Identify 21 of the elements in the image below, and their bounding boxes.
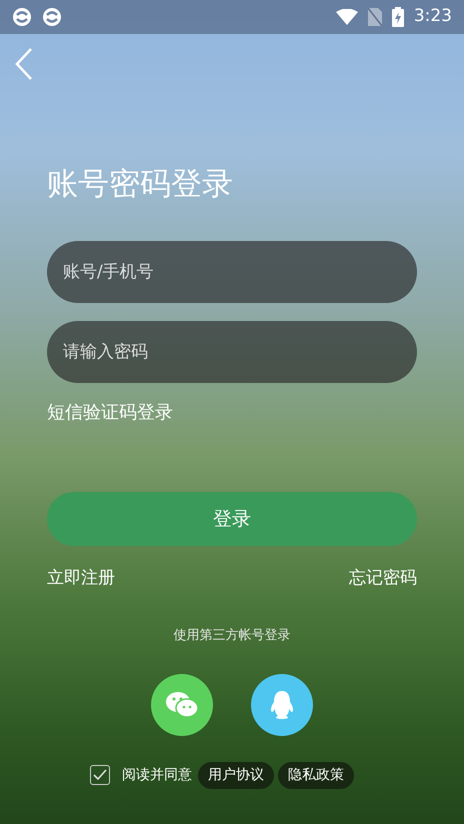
clock-time: 3:23 xyxy=(414,5,452,28)
agreement-link[interactable]: 用户协议 xyxy=(198,762,274,789)
page-title: 账号密码登录 xyxy=(47,166,234,204)
agreement-link[interactable]: 隐私政策 xyxy=(278,762,354,789)
forgot-password-link[interactable]: 忘记密码 xyxy=(349,566,417,592)
penguin-icon xyxy=(269,690,295,720)
checkmark-icon xyxy=(93,769,107,782)
sms-login-link[interactable]: 短信验证码登录 xyxy=(47,402,173,424)
agreement-checkbox[interactable] xyxy=(90,765,110,786)
wifi-icon xyxy=(336,9,358,25)
app-notification-icon xyxy=(12,7,32,27)
text-input-field[interactable]: 账号/手机号 xyxy=(47,241,417,304)
no-sim-icon xyxy=(368,8,382,26)
agreement-text: 阅读并同意 xyxy=(122,766,192,785)
third-party-login-label: 使用第三方帐号登录 xyxy=(174,628,290,643)
text-input-field[interactable]: 请输入密码 xyxy=(47,321,417,384)
chat-bubbles-icon xyxy=(165,690,199,719)
login-button[interactable]: 登录 xyxy=(47,492,417,546)
register-link[interactable]: 立即注册 xyxy=(47,566,115,592)
app-notification-icon xyxy=(42,7,62,27)
battery-charging-icon xyxy=(392,7,404,27)
